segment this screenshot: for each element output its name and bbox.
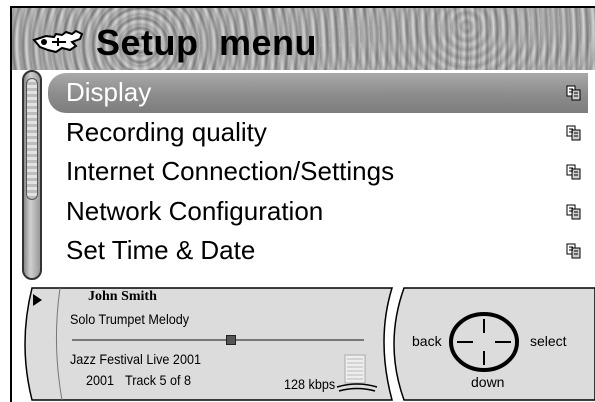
album-year: 2001 [86,372,115,388]
down-button[interactable]: down [471,374,504,390]
album-name: Jazz Festival Live 2001 [70,351,201,367]
setup-screen: Setup menu Display Recording quality Int… [0,0,595,402]
dpad-icon[interactable] [447,311,521,373]
back-button[interactable]: back [412,333,442,349]
page-title: Setup menu [96,22,318,63]
artist-name: John Smith [88,289,157,304]
select-button[interactable]: select [530,333,567,349]
progress-bar[interactable] [72,339,364,341]
track-number: Track 5 of 8 [125,372,192,388]
bitrate-label: 128 kbps [284,376,336,392]
hand-wrench-icon [32,29,84,54]
progress-knob[interactable] [225,335,236,345]
track-title: Solo Trumpet Melody [70,311,190,327]
play-icon [33,294,42,306]
signal-strength-icon [336,354,378,392]
